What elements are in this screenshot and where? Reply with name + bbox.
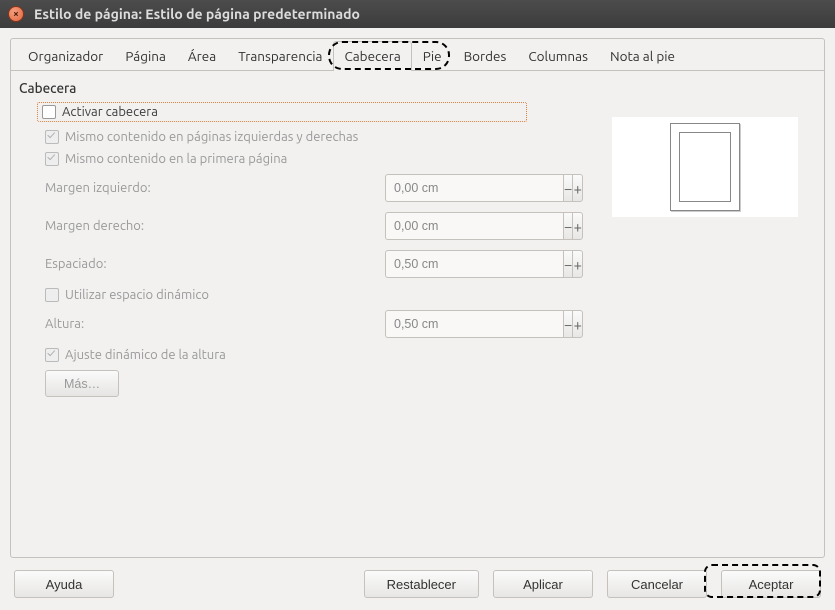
- more-button[interactable]: Más…: [45, 370, 119, 397]
- tab-columnas[interactable]: Columnas: [517, 41, 599, 70]
- row-dyn-height: Ajuste dinámico de la altura: [19, 348, 808, 362]
- tab-transparencia[interactable]: Transparencia: [227, 41, 333, 70]
- apply-button[interactable]: Aplicar: [493, 570, 593, 598]
- accept-button[interactable]: Aceptar: [721, 570, 821, 598]
- cancel-button[interactable]: Cancelar: [607, 570, 707, 598]
- dialog-card: Organizador Página Área Transparencia Ca…: [10, 38, 825, 558]
- checkbox-same-first: [45, 152, 59, 166]
- checkbox-activate[interactable]: [42, 105, 56, 119]
- label-same-first: Mismo contenido en la primera página: [65, 152, 287, 166]
- spinner-margin-left: − +: [385, 174, 523, 202]
- title-bar: × Estilo de página: Estilo de página pre…: [0, 0, 835, 28]
- label-margin-right: Margen derecho:: [45, 219, 385, 233]
- row-dyn-space: Utilizar espacio dinámico: [19, 288, 808, 302]
- page-preview: [612, 117, 798, 217]
- section-title: Cabecera: [19, 80, 808, 96]
- preview-page-outline: [670, 123, 740, 211]
- tab-pagina[interactable]: Página: [114, 41, 177, 70]
- input-margin-left[interactable]: [385, 174, 563, 202]
- label-spacing: Espaciado:: [45, 257, 385, 271]
- minus-icon[interactable]: −: [563, 250, 572, 278]
- plus-icon[interactable]: +: [572, 250, 582, 278]
- plus-icon[interactable]: +: [572, 212, 582, 240]
- checkbox-same-lr: [45, 130, 59, 144]
- spinner-margin-right: − +: [385, 212, 523, 240]
- label-height: Altura:: [45, 317, 385, 331]
- row-spacing: Espaciado: − +: [19, 250, 808, 278]
- dialog-footer: Ayuda Restablecer Aplicar Cancelar Acept…: [10, 558, 825, 610]
- input-height[interactable]: [385, 310, 563, 338]
- tab-strip: Organizador Página Área Transparencia Ca…: [11, 38, 824, 71]
- minus-icon[interactable]: −: [563, 212, 572, 240]
- label-dyn-space: Utilizar espacio dinámico: [65, 288, 209, 302]
- plus-icon[interactable]: +: [572, 310, 582, 338]
- input-spacing[interactable]: [385, 250, 563, 278]
- checkbox-dyn-height: [45, 348, 59, 362]
- label-dyn-height: Ajuste dinámico de la altura: [65, 348, 226, 362]
- window-title: Estilo de página: Estilo de página prede…: [34, 6, 360, 22]
- tab-area[interactable]: Área: [177, 41, 227, 70]
- close-icon[interactable]: ×: [8, 6, 24, 22]
- label-same-lr: Mismo contenido en páginas izquierdas y …: [65, 130, 358, 144]
- tab-pie[interactable]: Pie: [412, 41, 453, 70]
- tab-bordes[interactable]: Bordes: [453, 41, 518, 70]
- minus-icon[interactable]: −: [563, 174, 572, 202]
- tab-cabecera[interactable]: Cabecera: [333, 41, 411, 70]
- reset-button[interactable]: Restablecer: [364, 570, 479, 598]
- tab-organizador[interactable]: Organizador: [17, 41, 114, 70]
- activate-header-row[interactable]: Activar cabecera: [37, 102, 527, 122]
- help-button[interactable]: Ayuda: [14, 570, 114, 598]
- checkbox-dyn-space: [45, 288, 59, 302]
- input-margin-right[interactable]: [385, 212, 563, 240]
- tab-nota[interactable]: Nota al pie: [599, 41, 686, 70]
- row-height: Altura: − +: [19, 310, 808, 338]
- label-margin-left: Margen izquierdo:: [45, 181, 385, 195]
- label-activate: Activar cabecera: [62, 105, 158, 119]
- preview-page-inner: [679, 132, 731, 202]
- window-body: Organizador Página Área Transparencia Ca…: [0, 28, 835, 610]
- spinner-spacing: − +: [385, 250, 523, 278]
- minus-icon[interactable]: −: [563, 310, 572, 338]
- plus-icon[interactable]: +: [572, 174, 582, 202]
- spinner-height: − +: [385, 310, 523, 338]
